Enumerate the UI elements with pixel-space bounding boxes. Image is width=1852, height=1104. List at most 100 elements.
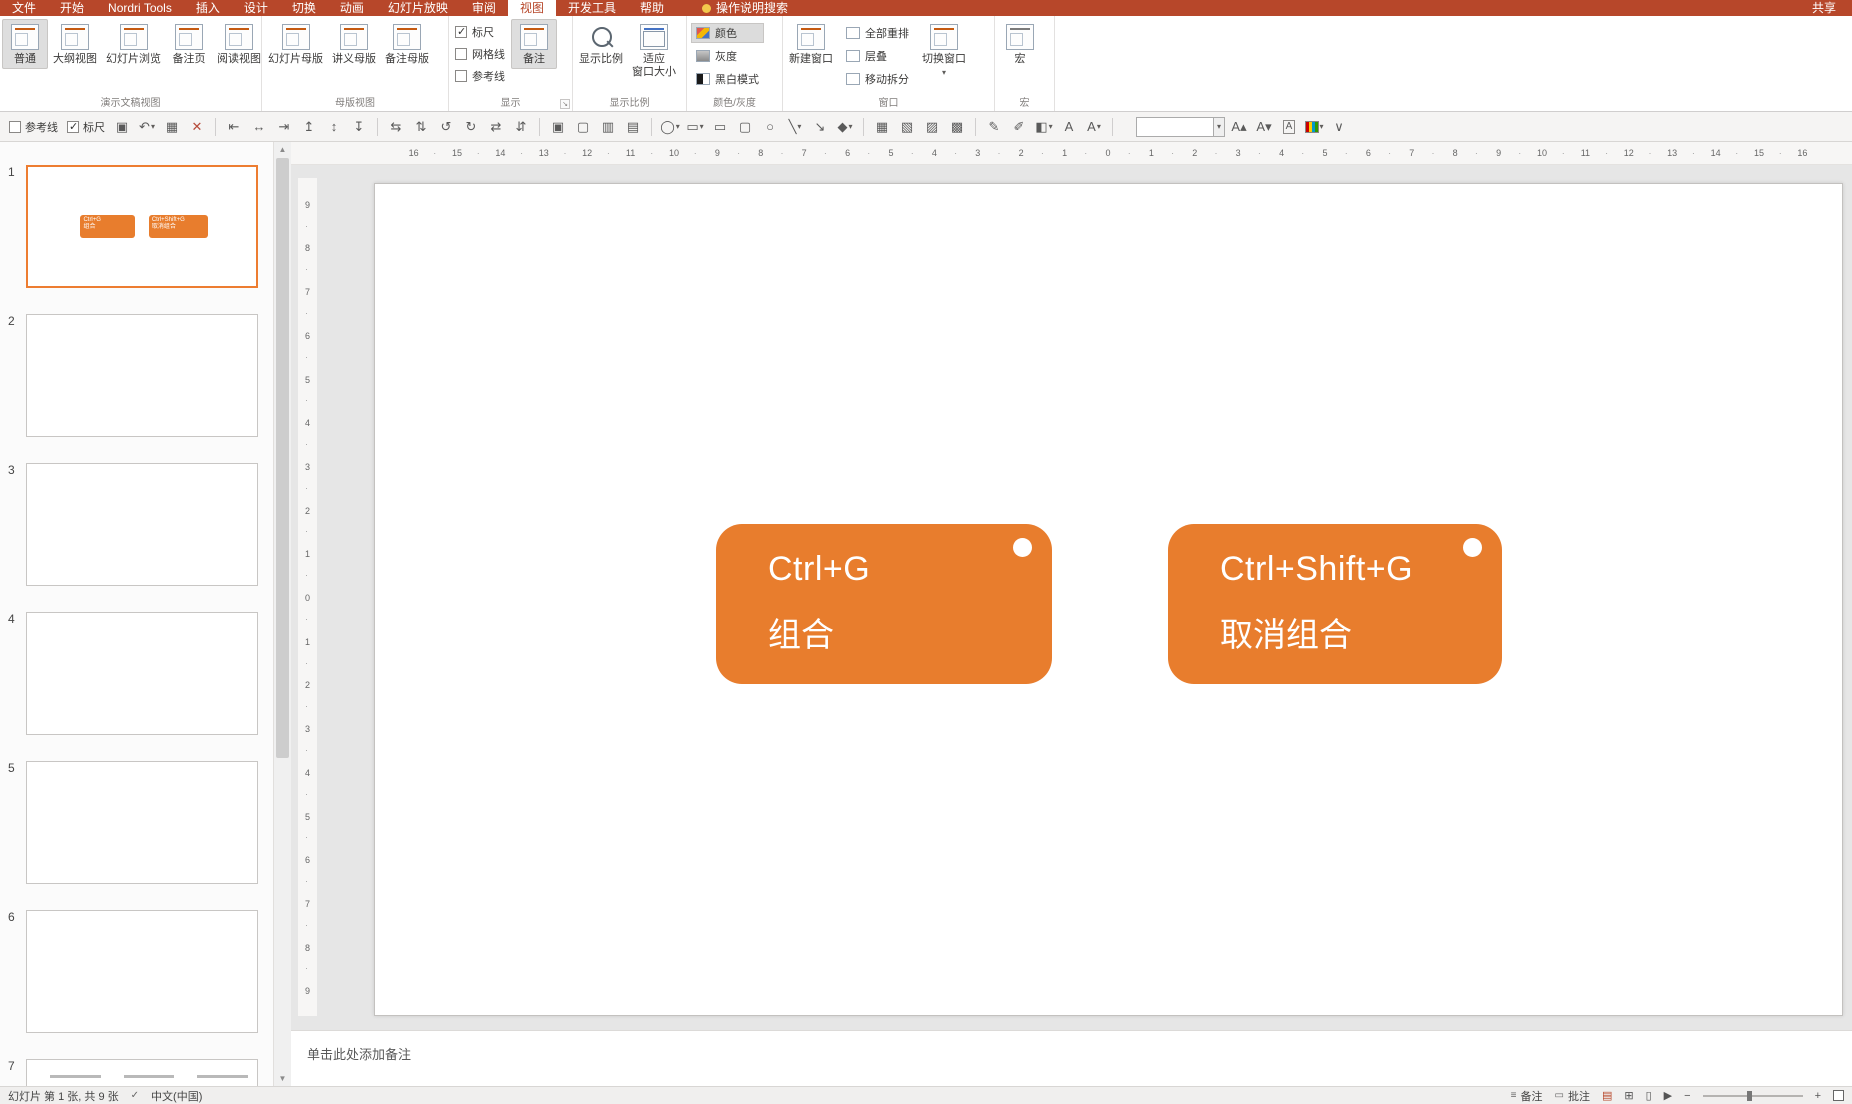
slide-sorter-button[interactable]: 幻灯片浏览: [102, 19, 165, 69]
fit-to-window-button[interactable]: 适应 窗口大小: [628, 19, 680, 82]
distribute-vertical-icon[interactable]: ⇅: [410, 116, 432, 138]
shape-fill-icon[interactable]: ◆ ▾: [834, 116, 856, 138]
slide-4-thumbnail[interactable]: [26, 612, 258, 735]
normal-view-button[interactable]: ▤: [1602, 1089, 1612, 1102]
flip-vertical-icon[interactable]: ⇵: [510, 116, 532, 138]
tab-insert[interactable]: 插入: [184, 0, 232, 16]
character-border-icon[interactable]: A: [1278, 116, 1300, 138]
slide-6-thumbnail[interactable]: [26, 910, 258, 1033]
font-size-combo[interactable]: ▾: [1136, 116, 1226, 137]
tab-review[interactable]: 审阅: [460, 0, 508, 16]
rotate-left-icon[interactable]: ↺: [435, 116, 457, 138]
notes-button[interactable]: 备注: [511, 19, 557, 69]
tab-developer[interactable]: 开发工具: [556, 0, 628, 16]
outline-view-button[interactable]: 大纲视图: [49, 19, 101, 69]
slide-canvas[interactable]: Ctrl+G 组合 Ctrl+Shift+G 取消组合: [374, 183, 1843, 1016]
tab-nordri-tools[interactable]: Nordri Tools: [96, 0, 184, 16]
thumbnail-scrollbar[interactable]: ▲ ▼: [274, 142, 291, 1086]
align-left-icon[interactable]: ⇤: [223, 116, 245, 138]
slide-2-thumbnail[interactable]: [26, 314, 258, 437]
notes-master-button[interactable]: 备注母版: [381, 19, 433, 69]
scroll-down-icon[interactable]: ▼: [274, 1071, 291, 1086]
slide-5-thumbnail[interactable]: [26, 761, 258, 884]
slide-3-thumbnail[interactable]: [26, 463, 258, 586]
gridlines-checkbox[interactable]: 网格线: [455, 46, 505, 62]
group-icon[interactable]: ▣: [547, 116, 569, 138]
regroup-icon[interactable]: ▥: [597, 116, 619, 138]
zoom-level-button[interactable]: 显示比例: [575, 19, 627, 69]
tab-help[interactable]: 帮助: [628, 0, 676, 16]
align-top-icon[interactable]: ↥: [298, 116, 320, 138]
guides-checkbox[interactable]: 参考线: [455, 68, 505, 84]
reading-view-button[interactable]: ▯: [1646, 1089, 1652, 1102]
scrollbar-thumb[interactable]: [276, 158, 289, 758]
align-middle-icon[interactable]: ↕: [323, 116, 345, 138]
notes-pane[interactable]: 单击此处添加备注: [291, 1030, 1852, 1086]
decrease-font-icon[interactable]: A▾: [1253, 116, 1275, 138]
slide-1-thumbnail[interactable]: Ctrl+G 组合 Ctrl+Shift+G 取消组合: [26, 165, 258, 288]
tell-me-search[interactable]: 操作说明搜索: [701, 0, 788, 16]
save-icon[interactable]: ▣: [111, 116, 133, 138]
new-window-button[interactable]: 新建窗口: [785, 19, 837, 69]
proofing-icon[interactable]: ✓: [131, 1090, 139, 1101]
color-scheme-icon[interactable]: ▾: [1303, 116, 1325, 138]
slide-7-thumbnail[interactable]: [26, 1059, 258, 1086]
zoom-in-button[interactable]: +: [1815, 1090, 1821, 1102]
switch-windows-button[interactable]: 切换窗口 ▾: [918, 19, 970, 82]
clip-art-icon[interactable]: ▩: [946, 116, 968, 138]
ellipse-icon[interactable]: ○: [759, 116, 781, 138]
font-color-icon[interactable]: A ▾: [1083, 116, 1105, 138]
slide-sorter-button[interactable]: ⊞: [1624, 1089, 1633, 1102]
line-tool-icon[interactable]: ╲ ▾: [784, 116, 806, 138]
screenshot-icon[interactable]: ▧: [896, 116, 918, 138]
table-icon[interactable]: ▦: [161, 116, 183, 138]
align-bottom-icon[interactable]: ↧: [348, 116, 370, 138]
tab-design[interactable]: 设计: [232, 0, 280, 16]
ruler-checkbox[interactable]: 标尺: [455, 24, 505, 40]
flip-horizontal-icon[interactable]: ⇄: [485, 116, 507, 138]
notes-toggle[interactable]: ≡ 备注: [1511, 1088, 1543, 1104]
rectangle-icon[interactable]: ▭: [709, 116, 731, 138]
shape-ctrl-shift-g[interactable]: Ctrl+Shift+G 取消组合: [1168, 524, 1502, 684]
zoom-slider[interactable]: [1702, 1090, 1803, 1101]
shape-tool-icon[interactable]: ▭ ▾: [684, 116, 706, 138]
color-button[interactable]: 颜色: [691, 23, 764, 43]
grayscale-button[interactable]: 灰度: [691, 46, 764, 66]
show-dialog-launcher-icon[interactable]: ↘: [560, 99, 570, 109]
tab-animations[interactable]: 动画: [328, 0, 376, 16]
rounded-rectangle-icon[interactable]: ▢: [734, 116, 756, 138]
vertical-ruler[interactable]: 9 8 7 6 5 4 3 2 1 0 1 2 3 4 5 6 7 8 9 · · · · · · · · · · · · · · · · · ·: [298, 178, 317, 1016]
slideshow-button[interactable]: ▶: [1664, 1089, 1672, 1102]
close-icon[interactable]: ✕: [186, 116, 208, 138]
slide-thumbnail-panel[interactable]: 1 Ctrl+G 组合 Ctrl+Shift+G 取消组合 2 3 4 5 6 7: [0, 142, 274, 1086]
text-box-icon[interactable]: A: [1058, 116, 1080, 138]
scroll-up-icon[interactable]: ▲: [274, 142, 291, 157]
more-tools-icon[interactable]: ∨: [1328, 116, 1350, 138]
notes-page-button[interactable]: 备注页: [166, 19, 212, 69]
align-right-icon[interactable]: ⇥: [273, 116, 295, 138]
zoom-slider-thumb[interactable]: [1746, 1090, 1752, 1101]
tab-slide-show[interactable]: 幻灯片放映: [376, 0, 460, 16]
eyedropper-icon[interactable]: ✎: [983, 116, 1005, 138]
tab-home[interactable]: 开始: [48, 0, 96, 16]
black-white-button[interactable]: 黑白模式: [691, 69, 764, 89]
arrow-icon[interactable]: ↘: [809, 116, 831, 138]
normal-view-button[interactable]: 普通: [2, 19, 48, 69]
cascade-button[interactable]: 层叠: [841, 46, 914, 66]
tab-transitions[interactable]: 切换: [280, 0, 328, 16]
slide-master-button[interactable]: 幻灯片母版: [264, 19, 327, 69]
handout-master-button[interactable]: 讲义母版: [328, 19, 380, 69]
share-button[interactable]: 共享: [1796, 0, 1852, 16]
pen-icon[interactable]: ✐: [1008, 116, 1030, 138]
fit-slide-to-window-icon[interactable]: [1833, 1090, 1844, 1101]
align-center-icon[interactable]: ↔: [248, 116, 270, 138]
language-indicator[interactable]: 中文(中国): [151, 1088, 202, 1104]
comments-toggle[interactable]: ▭ 批注: [1555, 1088, 1590, 1104]
arrange-all-button[interactable]: 全部重排: [841, 23, 914, 43]
rotate-right-icon[interactable]: ↻: [460, 116, 482, 138]
shape-ctrl-g[interactable]: Ctrl+G 组合: [716, 524, 1052, 684]
ungroup-icon[interactable]: ▢: [572, 116, 594, 138]
ruler-toggle[interactable]: 标尺: [64, 116, 108, 138]
increase-font-icon[interactable]: A▴: [1228, 116, 1250, 138]
zoom-out-button[interactable]: −: [1684, 1090, 1690, 1102]
